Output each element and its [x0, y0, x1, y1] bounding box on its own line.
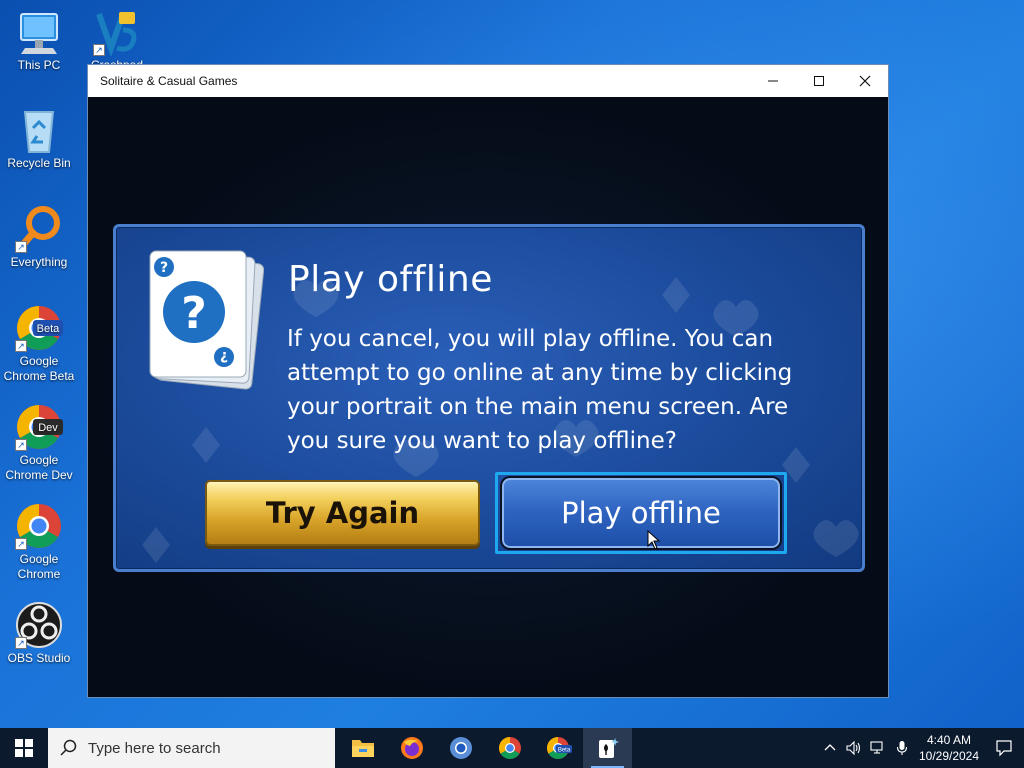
desktop-icon-recycle-bin[interactable]: Recycle Bin: [0, 106, 78, 171]
speaker-icon: [846, 741, 861, 755]
dialog-message: If you cancel, you will play offline. Yo…: [287, 326, 793, 454]
clock-date: 10/29/2024: [918, 749, 980, 763]
svg-text:Beta: Beta: [37, 323, 61, 335]
notification-center-button[interactable]: [984, 728, 1024, 768]
taskbar-solitaire[interactable]: [583, 728, 632, 768]
question-mark-card-icon: ? ? ?: [146, 249, 265, 391]
desktop-icon-label: Recycle Bin: [7, 156, 71, 170]
window-title: Solitaire & Casual Games: [100, 74, 238, 88]
taskbar-chromium[interactable]: [436, 728, 485, 768]
start-button[interactable]: [0, 728, 48, 768]
game-canvas: ? ? ? Play offline If you cancel, you wi…: [88, 97, 888, 697]
desktop-icon-chrome-beta[interactable]: Beta ↗ Google Chrome Beta: [0, 304, 78, 384]
taskbar: Type here to search Beta 4:40 AM 10/29/2…: [0, 728, 1024, 768]
taskbar-chrome-beta[interactable]: Beta: [534, 728, 583, 768]
solitaire-window: Solitaire & Casual Games ? ? ? Play offl…: [87, 64, 889, 698]
desktop-icon-everything[interactable]: ↗ Everything: [0, 205, 78, 270]
search-placeholder: Type here to search: [88, 739, 221, 757]
shortcut-arrow-icon: ↗: [15, 538, 27, 550]
desktop-icon-label: Google Chrome Dev: [5, 453, 73, 482]
crashpad-icon: ↗: [93, 8, 141, 58]
shortcut-arrow-icon: ↗: [15, 637, 27, 649]
file-explorer-icon: [351, 740, 374, 757]
svg-text:?: ?: [181, 288, 207, 339]
microphone-icon: [896, 741, 908, 755]
tray-network[interactable]: [866, 728, 890, 768]
mouse-cursor-icon: [647, 530, 661, 550]
svg-text:?: ?: [160, 260, 168, 276]
chrome-dev-icon: Dev ↗: [15, 403, 63, 451]
desktop-icon-obs-studio[interactable]: ↗ OBS Studio: [0, 601, 78, 666]
minimize-icon: [768, 80, 778, 82]
minimize-button[interactable]: [750, 65, 796, 97]
firefox-icon: [400, 737, 423, 759]
chrome-beta-icon: Beta ↗: [15, 304, 63, 352]
taskbar-chrome[interactable]: [485, 728, 534, 768]
close-icon: [859, 75, 871, 87]
svg-text:?: ?: [220, 348, 228, 364]
desktop-icon-label: OBS Studio: [7, 651, 71, 665]
recycle-bin-icon: [15, 106, 63, 154]
shortcut-arrow-icon: ↗: [15, 340, 27, 352]
shortcut-arrow-icon: ↗: [15, 241, 27, 253]
notification-icon: [996, 740, 1012, 757]
desktop-icon-this-pc[interactable]: This PC: [0, 8, 78, 73]
close-button[interactable]: [842, 65, 888, 97]
desktop-icon-label: Google Chrome Beta: [3, 354, 75, 383]
everything-search-icon: ↗: [15, 205, 63, 253]
solitaire-icon: [598, 738, 619, 758]
play-offline-button[interactable]: Play offline: [500, 476, 782, 550]
chrome-beta-icon: Beta: [546, 737, 572, 759]
this-pc-icon: [15, 8, 63, 56]
windows-logo-icon: [15, 739, 33, 757]
search-icon: [60, 739, 77, 756]
shortcut-arrow-icon: ↗: [15, 439, 27, 451]
taskbar-search-box[interactable]: Type here to search: [48, 728, 335, 768]
window-titlebar[interactable]: Solitaire & Casual Games: [88, 65, 888, 97]
desktop-icon-chrome[interactable]: ↗ Google Chrome: [0, 502, 78, 582]
maximize-button[interactable]: [796, 65, 842, 97]
tray-overflow-button[interactable]: [818, 728, 842, 768]
svg-text:Dev: Dev: [38, 422, 58, 434]
taskbar-firefox[interactable]: [387, 728, 436, 768]
network-icon: [870, 741, 883, 754]
clock-time: 4:40 AM: [926, 733, 972, 747]
play-offline-dialog: ? ? ? Play offline If you cancel, you wi…: [113, 224, 865, 572]
chrome-icon: [498, 737, 521, 759]
system-tray: 4:40 AM 10/29/2024: [818, 728, 1024, 768]
maximize-icon: [814, 76, 824, 86]
taskbar-file-explorer[interactable]: [338, 728, 387, 768]
dialog-title: Play offline: [288, 259, 493, 300]
taskbar-clock[interactable]: 4:40 AM 10/29/2024: [914, 732, 984, 764]
desktop-icon-label: Everything: [10, 255, 68, 269]
obs-studio-icon: ↗: [15, 601, 63, 649]
try-again-button[interactable]: Try Again: [205, 480, 480, 546]
desktop-icon-crashpad[interactable]: ↗ Crashpad: [78, 8, 156, 64]
chromium-icon: [449, 737, 472, 759]
svg-text:Beta: Beta: [557, 748, 570, 754]
desktop-icon-label: Google Chrome: [17, 552, 61, 581]
tray-volume[interactable]: [842, 728, 866, 768]
chevron-up-icon: [824, 744, 836, 751]
desktop-icon-label: This PC: [17, 58, 61, 72]
desktop-icon-chrome-dev[interactable]: Dev ↗ Google Chrome Dev: [0, 403, 78, 483]
tray-microphone[interactable]: [890, 728, 914, 768]
shortcut-arrow-icon: ↗: [93, 44, 105, 56]
chrome-icon: ↗: [15, 502, 63, 550]
